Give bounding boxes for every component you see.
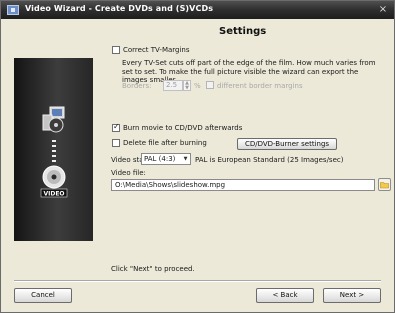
delete-file-checkbox[interactable] xyxy=(112,139,120,147)
next-button[interactable]: Next > xyxy=(323,288,381,303)
correct-margins-checkbox[interactable] xyxy=(112,46,120,54)
title-bar: Video Wizard - Create DVDs and (S)VCDs × xyxy=(1,1,394,19)
different-margins-label: different border margins xyxy=(217,82,303,90)
window-title: Video Wizard - Create DVDs and (S)VCDs xyxy=(25,4,214,13)
delete-file-label: Delete file after burning xyxy=(123,139,207,147)
video-standard-value: PAL (4:3) xyxy=(144,155,176,163)
borders-label: Borders: xyxy=(122,82,152,90)
transfer-dots xyxy=(52,140,56,162)
margins-description: Every TV-Set cuts off part of the edge o… xyxy=(122,59,376,84)
burn-label: Burn movie to CD/DVD afterwards xyxy=(123,124,243,132)
computer-icon xyxy=(42,106,65,133)
video-label: VIDEO xyxy=(43,191,64,198)
percent-label: % xyxy=(194,82,201,90)
video-file-label: Video file: xyxy=(111,169,146,177)
video-file-input[interactable]: O:\Media\Shows\slideshow.mpg xyxy=(111,179,375,191)
dvd-video-icon: VIDEO xyxy=(40,165,68,198)
video-wizard-icon xyxy=(7,5,19,15)
different-margins-checkbox[interactable] xyxy=(206,81,214,89)
video-wizard-window: Video Wizard - Create DVDs and (S)VCDs ×… xyxy=(0,0,395,313)
proceed-hint: Click "Next" to proceed. xyxy=(111,265,195,273)
footer-divider xyxy=(14,280,381,282)
close-button[interactable]: × xyxy=(377,4,389,16)
wizard-side-panel: VIDEO xyxy=(14,58,93,241)
borders-stepper[interactable]: ▲ ▼ xyxy=(183,80,191,91)
folder-icon[interactable] xyxy=(378,178,391,191)
chevron-down-icon[interactable]: ▼ xyxy=(182,155,189,163)
borders-input[interactable]: 2.5 xyxy=(163,80,183,91)
video-standard-select[interactable]: PAL (4:3) ▼ xyxy=(141,153,191,165)
video-standard-note: PAL is European Standard (25 Images/sec) xyxy=(195,156,344,164)
cancel-button[interactable]: Cancel xyxy=(14,288,72,303)
burner-settings-button[interactable]: CD/DVD-Burner settings xyxy=(237,138,337,150)
burn-checkbox[interactable] xyxy=(112,122,120,132)
page-title: Settings xyxy=(219,26,267,37)
back-button[interactable]: < Back xyxy=(256,288,314,303)
correct-margins-label: Correct TV-Margins xyxy=(123,46,190,54)
